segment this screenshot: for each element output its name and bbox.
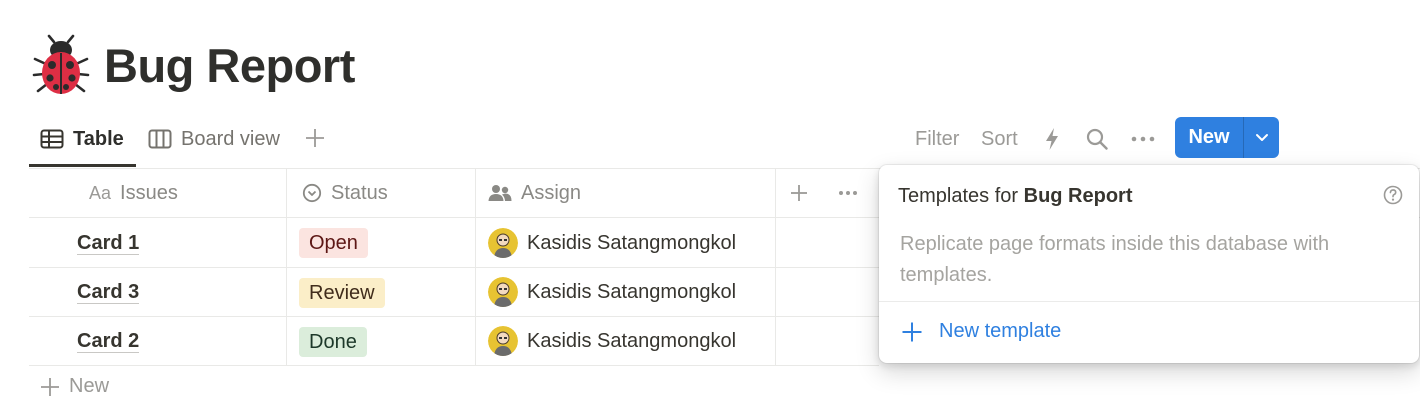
row-divider bbox=[29, 365, 879, 366]
row-divider bbox=[29, 267, 879, 268]
new-row-label: New bbox=[69, 375, 110, 397]
board-icon bbox=[148, 129, 172, 149]
column-header-label: Status bbox=[331, 181, 388, 204]
table-row[interactable]: Card 2 bbox=[77, 329, 140, 353]
table-row[interactable]: Card 3 bbox=[77, 280, 140, 304]
column-divider bbox=[286, 168, 287, 366]
popover-title-prefix: Templates for bbox=[898, 185, 1019, 207]
avatar bbox=[488, 326, 518, 356]
column-header-issues[interactable]: Aa Issues bbox=[89, 169, 178, 217]
new-button[interactable]: New bbox=[1175, 117, 1243, 158]
add-property-icon[interactable] bbox=[790, 169, 808, 217]
tab-table[interactable]: Table bbox=[40, 122, 124, 156]
new-template-label: New template bbox=[939, 320, 1062, 342]
column-divider bbox=[775, 168, 776, 366]
search-icon[interactable] bbox=[1086, 124, 1108, 154]
popover-title: Templates for Bug Report bbox=[898, 185, 1133, 208]
active-tab-indicator bbox=[29, 164, 136, 167]
automation-lightning-icon[interactable] bbox=[1043, 124, 1061, 154]
issue-name[interactable]: Card 2 bbox=[77, 330, 140, 353]
sort-button[interactable]: Sort bbox=[981, 124, 1018, 154]
column-header-label: Issues bbox=[120, 181, 178, 204]
help-icon[interactable] bbox=[1383, 185, 1403, 210]
popover-divider bbox=[879, 301, 1419, 302]
page-header: Bug Report bbox=[32, 30, 355, 100]
new-template-button[interactable]: New template bbox=[901, 320, 1061, 343]
table-icon bbox=[40, 129, 64, 149]
column-divider bbox=[475, 168, 476, 366]
table-more-options-icon[interactable] bbox=[838, 169, 858, 217]
column-header-label: Assign bbox=[521, 181, 582, 204]
more-options-icon[interactable] bbox=[1131, 124, 1155, 154]
assignee[interactable]: Kasidis Satangmongkol bbox=[488, 277, 736, 307]
tab-board-view[interactable]: Board view bbox=[148, 122, 280, 156]
new-dropdown-chevron-icon[interactable] bbox=[1244, 117, 1279, 158]
plus-icon bbox=[902, 322, 922, 341]
assignee-name: Kasidis Satangmongkol bbox=[527, 280, 737, 303]
page-title[interactable]: Bug Report bbox=[104, 38, 355, 93]
new-button-group: New bbox=[1175, 117, 1279, 158]
ladybug-icon[interactable] bbox=[32, 34, 90, 96]
status-badge[interactable]: Done bbox=[299, 327, 367, 357]
assignee[interactable]: Kasidis Satangmongkol bbox=[488, 326, 736, 356]
people-property-icon bbox=[488, 184, 512, 202]
status-badge[interactable]: Open bbox=[299, 228, 368, 258]
assignee-name: Kasidis Satangmongkol bbox=[527, 329, 737, 352]
templates-popover: Templates for Bug Report Replicate page … bbox=[879, 165, 1419, 363]
tab-label: Board view bbox=[181, 127, 280, 150]
status-badge[interactable]: Review bbox=[299, 278, 385, 308]
status-property-icon bbox=[302, 183, 322, 203]
filter-button[interactable]: Filter bbox=[915, 124, 959, 154]
add-view-icon[interactable] bbox=[305, 128, 325, 153]
assignee-name: Kasidis Satangmongkol bbox=[527, 231, 737, 254]
text-property-icon: Aa bbox=[89, 182, 112, 203]
plus-icon bbox=[41, 377, 59, 396]
row-divider bbox=[29, 316, 879, 317]
new-row-button[interactable]: New bbox=[40, 375, 109, 398]
popover-description: Replicate page formats inside this datab… bbox=[900, 233, 1330, 286]
table-row[interactable]: Card 1 bbox=[77, 231, 140, 255]
issue-name[interactable]: Card 1 bbox=[77, 232, 140, 255]
column-header-status[interactable]: Status bbox=[302, 169, 388, 217]
avatar bbox=[488, 228, 518, 258]
popover-title-database: Bug Report bbox=[1023, 185, 1133, 207]
column-header-assign[interactable]: Assign bbox=[488, 169, 581, 217]
issue-name[interactable]: Card 3 bbox=[77, 281, 140, 304]
assignee[interactable]: Kasidis Satangmongkol bbox=[488, 228, 736, 258]
avatar bbox=[488, 277, 518, 307]
tab-label: Table bbox=[73, 127, 124, 150]
